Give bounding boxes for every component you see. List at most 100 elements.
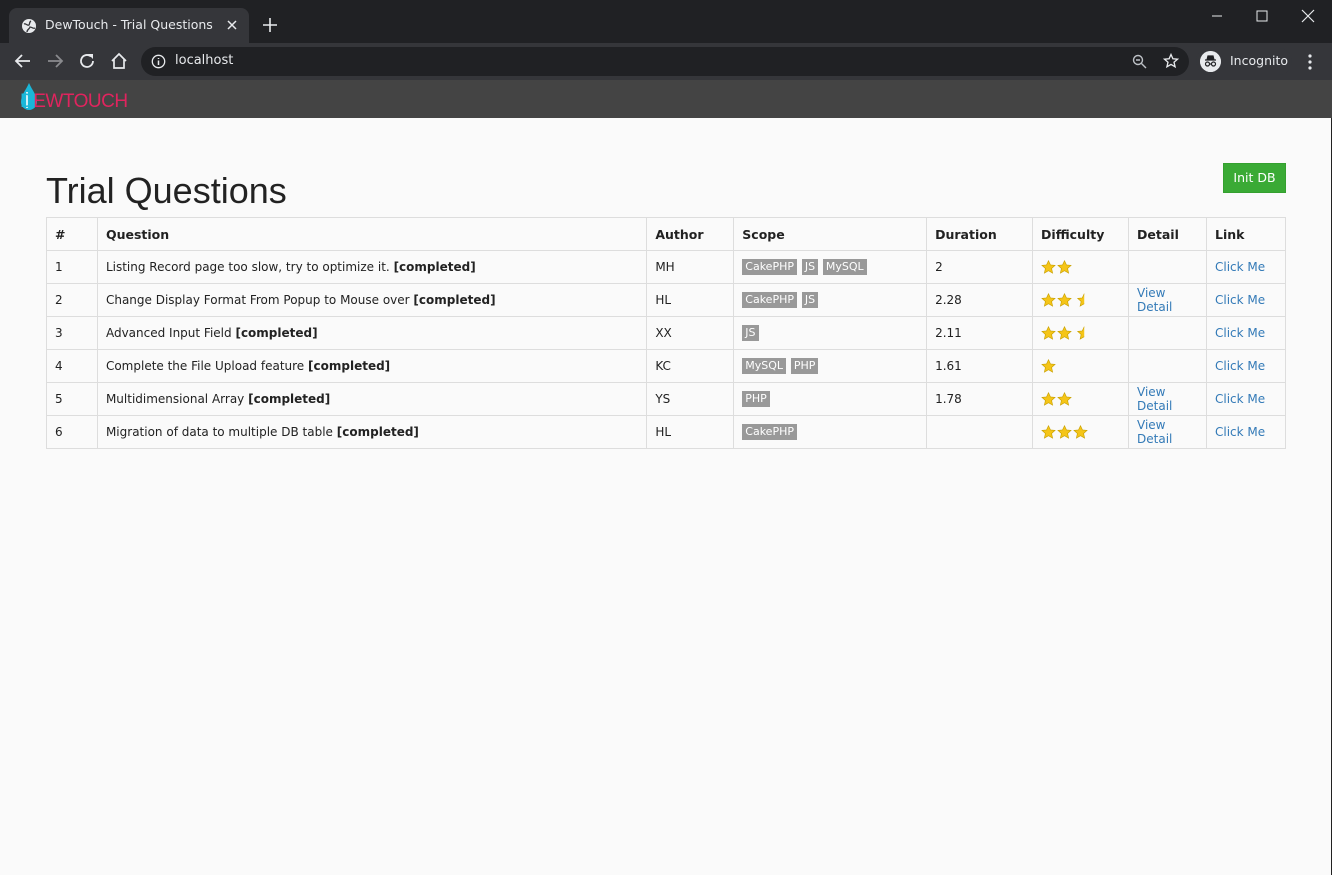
view-detail-link[interactable]: View Detail	[1137, 385, 1172, 413]
author-cell: XX	[646, 316, 735, 350]
row-number: 2	[46, 283, 98, 317]
scope-cell: PHP	[733, 382, 928, 416]
detail-cell	[1128, 250, 1207, 284]
scope-cell: CakePHP	[733, 415, 928, 449]
view-detail-link[interactable]: View Detail	[1137, 418, 1172, 446]
link-cell: Click Me	[1205, 250, 1287, 284]
star-icon	[1041, 293, 1056, 307]
detail-cell: View Detail	[1128, 283, 1207, 317]
question-text: Advanced Input Field	[105, 326, 232, 340]
col-author-header: Author	[646, 217, 735, 251]
status-label: [completed]	[413, 293, 496, 307]
duration-cell: 2	[926, 250, 1034, 284]
back-icon[interactable]	[14, 52, 32, 70]
scope-tag: JS	[801, 259, 819, 275]
col-detail-header: Detail	[1128, 217, 1207, 251]
tab-title: DewTouch - Trial Questions	[45, 17, 213, 32]
duration-cell: 2.11	[926, 316, 1034, 350]
status-label: [completed]	[248, 392, 331, 406]
click-me-link[interactable]: Click Me	[1215, 293, 1265, 307]
scope-tag: PHP	[790, 358, 819, 374]
star-icon	[1041, 326, 1056, 340]
col-scope-header: Scope	[733, 217, 928, 251]
half-star-icon	[1076, 293, 1085, 307]
author-cell: HL	[646, 283, 735, 317]
question-cell: Complete the File Upload feature [comple…	[96, 349, 648, 383]
col-link-header: Link	[1205, 217, 1287, 251]
scope-tag: CakePHP	[742, 259, 797, 275]
click-me-link[interactable]: Click Me	[1215, 425, 1265, 439]
click-me-link[interactable]: Click Me	[1215, 326, 1265, 340]
bookmark-star-icon[interactable]	[1163, 53, 1179, 69]
half-star-icon	[1076, 326, 1085, 340]
new-tab-icon[interactable]	[262, 17, 278, 33]
row-number: 1	[46, 250, 98, 284]
star-icon	[1041, 260, 1056, 274]
url-text[interactable]: localhost	[175, 53, 233, 68]
star-icon	[1057, 260, 1072, 274]
table-row: 1 Listing Record page too slow, try to op…	[46, 250, 1287, 284]
question-cell: Migration of data to multiple DB table […	[96, 415, 648, 449]
scope-tag: CakePHP	[742, 424, 797, 440]
table-row: 4 Complete the File Upload feature [compl…	[46, 349, 1287, 383]
forward-icon[interactable]	[46, 52, 64, 70]
detail-cell: View Detail	[1128, 382, 1207, 416]
question-cell: Change Display Format From Popup to Mous…	[96, 283, 648, 317]
difficulty-cell	[1032, 316, 1130, 350]
detail-cell	[1128, 349, 1207, 383]
question-text: Multidimensional Array	[105, 392, 245, 406]
incognito-label: Incognito	[1230, 53, 1289, 68]
app-navbar: DEWTOUCH	[0, 80, 1332, 118]
click-me-link[interactable]: Click Me	[1215, 260, 1265, 274]
scope-tag: CakePHP	[742, 292, 797, 308]
home-icon[interactable]	[110, 52, 128, 70]
zoom-icon[interactable]	[1132, 54, 1147, 69]
scope-tag: MySQL	[742, 358, 787, 374]
status-label: [completed]	[393, 260, 476, 274]
table-row: 6 Migration of data to multiple DB table …	[46, 415, 1287, 449]
click-me-link[interactable]: Click Me	[1215, 392, 1265, 406]
reload-icon[interactable]	[78, 52, 96, 70]
difficulty-cell	[1032, 349, 1130, 383]
author-cell: KC	[646, 349, 735, 383]
click-me-link[interactable]: Click Me	[1215, 359, 1265, 373]
table-body: 1 Listing Record page too slow, try to op…	[46, 250, 1287, 449]
questions-table: # Question Author Scope Duration Difficulty De…	[46, 217, 1287, 449]
close-tab-icon[interactable]	[225, 18, 239, 32]
minimize-icon[interactable]	[1207, 6, 1227, 26]
scope-tag: JS	[801, 292, 819, 308]
info-icon[interactable]	[151, 54, 166, 69]
scope-tag: MySQL	[822, 259, 867, 275]
author-cell: YS	[646, 382, 735, 416]
view-detail-link[interactable]: View Detail	[1137, 286, 1172, 314]
duration-cell: 1.61	[926, 349, 1034, 383]
browser-tab[interactable]: DewTouch - Trial Questions	[9, 8, 249, 43]
question-cell: Multidimensional Array [completed]	[96, 382, 648, 416]
question-text: Migration of data to multiple DB table	[105, 425, 333, 439]
incognito-icon	[1200, 51, 1221, 72]
maximize-icon[interactable]	[1252, 6, 1272, 26]
scope-cell: JS	[733, 316, 928, 350]
globe-icon	[22, 19, 36, 33]
star-icon	[1057, 293, 1072, 307]
page-title: Trial Questions	[46, 170, 287, 211]
author-cell: HL	[646, 415, 735, 449]
star-icon	[1041, 359, 1056, 373]
scope-tag: JS	[742, 325, 759, 341]
close-window-icon[interactable]	[1298, 6, 1318, 26]
star-icon	[1041, 425, 1056, 439]
link-cell: Click Me	[1205, 382, 1287, 416]
browser-titlebar: DewTouch - Trial Questions	[0, 0, 1332, 43]
link-cell: Click Me	[1205, 283, 1287, 317]
duration-cell	[926, 415, 1034, 449]
more-menu-icon[interactable]	[1303, 52, 1317, 72]
status-label: [completed]	[235, 326, 318, 340]
init-db-button[interactable]: Init DB	[1223, 163, 1286, 193]
table-row: 5 Multidimensional Array [completed] YS PHP…	[46, 382, 1287, 416]
incognito-badge[interactable]: Incognito	[1196, 48, 1292, 75]
address-bar[interactable]: localhost	[141, 47, 1189, 76]
col-num-header: #	[46, 217, 98, 251]
detail-cell	[1128, 316, 1207, 350]
status-label: [completed]	[308, 359, 391, 373]
dewtouch-logo[interactable]: DEWTOUCH	[18, 82, 148, 116]
